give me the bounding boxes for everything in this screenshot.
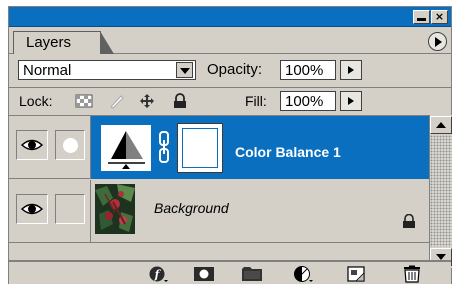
background-image-thumbnail — [95, 184, 135, 234]
empty-list-area — [9, 244, 429, 261]
bottom-toolbar: f — [9, 260, 451, 284]
lock-row: Lock: Fill: 100% — [9, 89, 451, 115]
visibility-toggle[interactable] — [16, 130, 48, 160]
lock-transparency-icon[interactable] — [75, 93, 93, 109]
lock-label: Lock: — [19, 93, 53, 109]
chain-link-icon[interactable] — [159, 130, 169, 164]
close-button[interactable]: × — [431, 10, 448, 24]
new-layer-icon[interactable] — [345, 265, 367, 283]
new-set-icon[interactable] — [241, 265, 263, 283]
layers-list: Color Balance 1 Background — [9, 115, 429, 261]
minimize-button[interactable] — [413, 10, 430, 24]
visibility-toggle[interactable] — [16, 194, 48, 224]
layer-row-background[interactable]: Background — [9, 180, 429, 243]
layer-name[interactable]: Background — [154, 200, 229, 216]
adjustment-layer-icon[interactable] — [292, 265, 314, 283]
layer-controls — [9, 116, 91, 179]
add-mask-icon[interactable] — [193, 265, 215, 283]
tab-row: Layers — [9, 28, 451, 54]
fill-input[interactable]: 100% — [280, 91, 336, 111]
lock-image-brush-icon[interactable] — [108, 93, 126, 109]
paintbrush-indicator-icon — [63, 138, 78, 153]
tab-layers[interactable]: Layers — [13, 31, 114, 54]
eye-icon — [20, 203, 44, 215]
title-bar[interactable]: × — [9, 7, 451, 27]
layer-style-icon[interactable]: f — [147, 265, 169, 283]
link-toggle[interactable] — [55, 130, 85, 160]
layer-mask-thumbnail[interactable] — [177, 123, 223, 173]
lock-all-padlock-icon[interactable] — [171, 93, 189, 109]
fill-label: Fill: — [245, 93, 267, 109]
blend-mode-value: Normal — [23, 62, 72, 79]
layer-controls — [9, 180, 91, 243]
scrollbar[interactable] — [429, 115, 452, 268]
scroll-track[interactable] — [430, 135, 452, 247]
blend-mode-select[interactable]: Normal — [18, 60, 196, 80]
dropdown-arrow-icon[interactable] — [176, 62, 193, 78]
color-balance-thumbnail-icon — [101, 125, 151, 171]
eye-icon — [20, 139, 44, 151]
scroll-up-button[interactable] — [430, 116, 452, 134]
opacity-slider-button[interactable] — [340, 60, 362, 80]
trash-icon[interactable] — [401, 265, 423, 283]
lock-position-move-icon[interactable] — [138, 93, 156, 109]
panel-menu-button[interactable] — [428, 32, 447, 51]
layer-row-color-balance[interactable]: Color Balance 1 — [9, 116, 429, 179]
opacity-label: Opacity: — [207, 61, 263, 78]
layer-name[interactable]: Color Balance 1 — [235, 144, 341, 160]
opacity-input[interactable]: 100% — [280, 60, 336, 80]
layers-panel: × Layers Normal Opacity: 100% Lock: Fill… — [8, 6, 452, 284]
blend-row: Normal Opacity: 100% — [9, 55, 451, 88]
link-toggle[interactable] — [55, 194, 85, 224]
padlock-icon — [403, 214, 415, 228]
fill-slider-button[interactable] — [340, 91, 362, 111]
